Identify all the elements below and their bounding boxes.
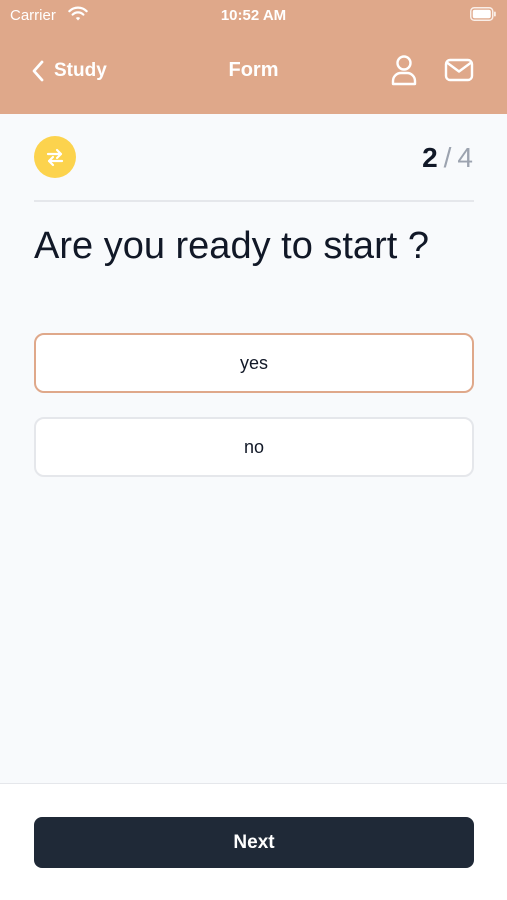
option-label: yes: [239, 352, 268, 373]
swap-arrows-icon: [46, 148, 64, 167]
mail-icon[interactable]: [444, 56, 474, 84]
next-button[interactable]: Next: [34, 817, 474, 868]
option-yes[interactable]: yes: [34, 333, 474, 393]
option-no[interactable]: no: [34, 417, 474, 477]
nav-bar: Study Form: [0, 44, 507, 100]
question-text: Are you ready to start ?: [34, 225, 429, 267]
footer-bar: Next: [0, 783, 507, 900]
swap-arrows-badge: [34, 136, 76, 178]
form-screen: Carrier 10:52 AM Study Form 2 / 4 Are yo…: [0, 0, 507, 900]
total-steps: 4: [457, 142, 473, 173]
status-bar: Carrier 10:52 AM: [0, 0, 507, 30]
page-title: Form: [228, 59, 279, 81]
step-separator: /: [443, 142, 452, 173]
next-label: Next: [233, 831, 275, 853]
divider: [34, 200, 474, 202]
current-step: 2: [422, 142, 438, 173]
step-progress: 2/4: [422, 142, 473, 174]
clock: 10:52 AM: [220, 7, 287, 24]
battery-icon: [470, 7, 496, 21]
user-icon[interactable]: [390, 54, 418, 86]
app-header: Carrier 10:52 AM Study Form: [0, 0, 507, 114]
option-label: no: [243, 436, 265, 457]
